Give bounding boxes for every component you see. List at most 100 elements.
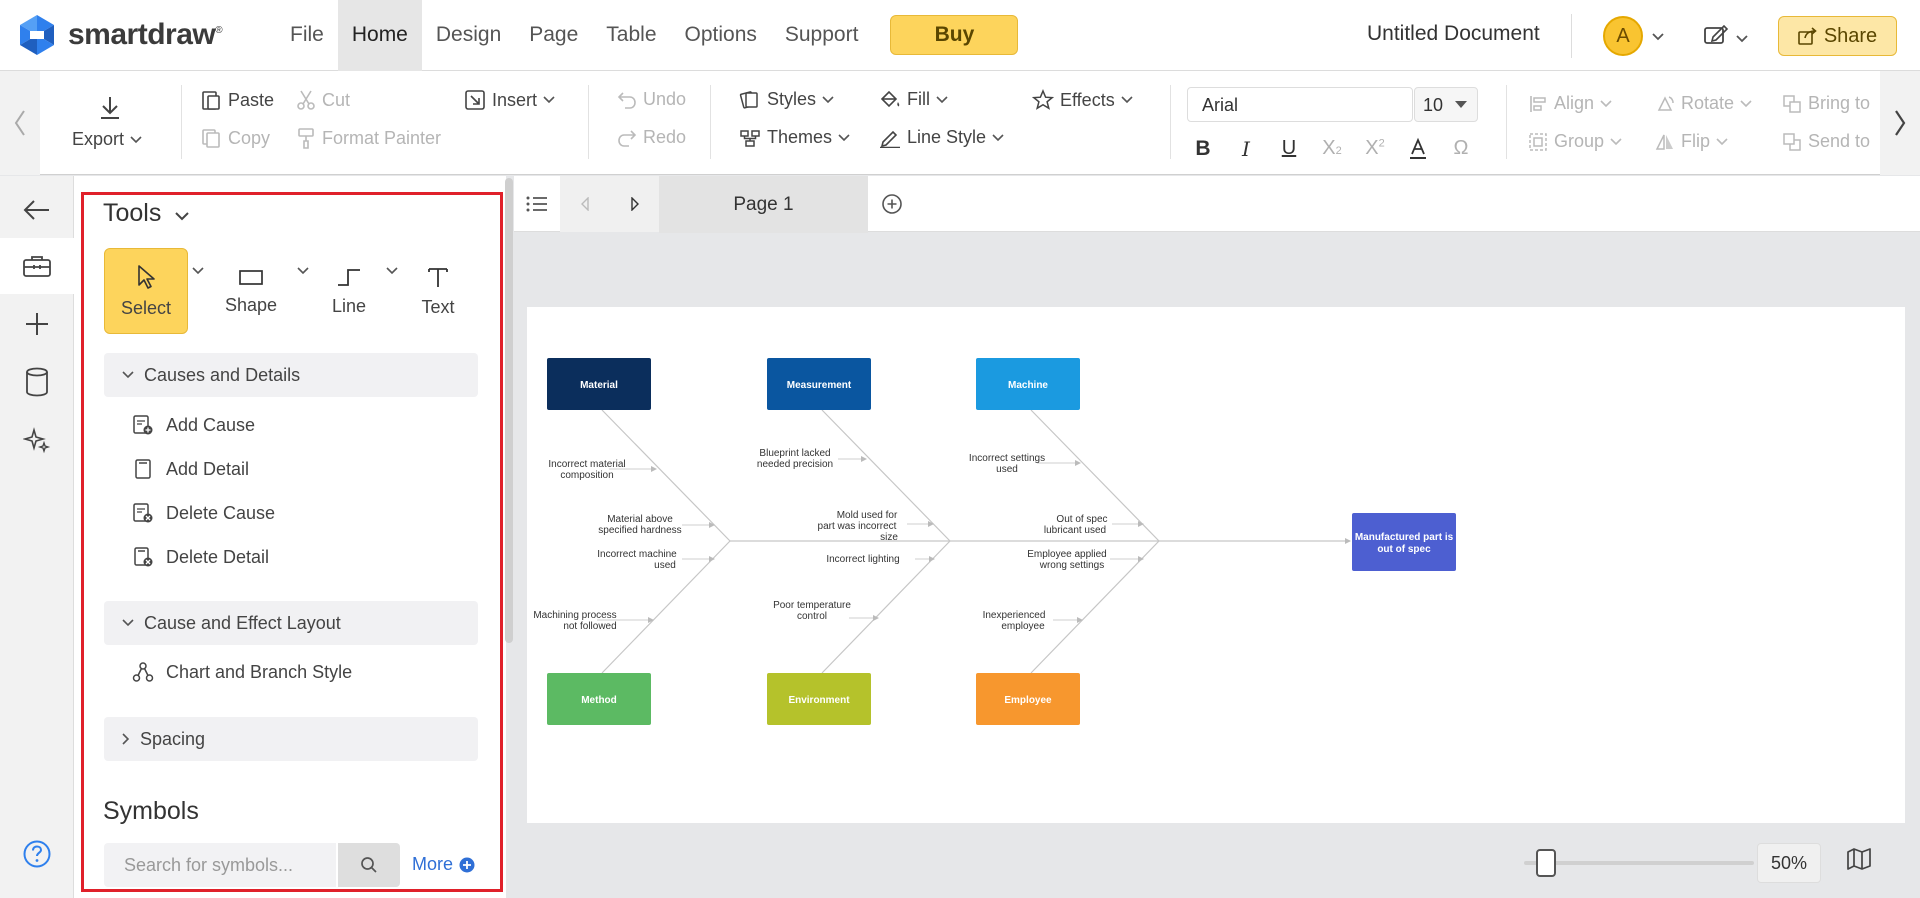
menu-home[interactable]: Home xyxy=(337,0,422,71)
caret-left-icon xyxy=(581,197,589,211)
ai-button[interactable] xyxy=(0,412,74,468)
share-button[interactable]: Share xyxy=(1778,16,1897,56)
insert-button[interactable]: Insert xyxy=(464,89,555,111)
group-button[interactable]: Group xyxy=(1528,131,1622,152)
chevron-down-icon xyxy=(1716,137,1728,145)
shape-tool[interactable]: Shape xyxy=(213,248,289,334)
send-to-button[interactable]: Send to xyxy=(1782,131,1870,152)
canvas-page[interactable]: Material Measurement Machine Method Envi… xyxy=(527,307,1905,823)
menu-page[interactable]: Page xyxy=(515,0,592,71)
line-style-button[interactable]: Line Style xyxy=(879,127,1004,148)
menu-options[interactable]: Options xyxy=(671,0,771,71)
page-list-button[interactable] xyxy=(514,176,560,232)
add-cause-item[interactable]: Add Cause xyxy=(132,414,255,436)
avatar[interactable]: A xyxy=(1603,16,1643,56)
chart-and-branch-style-item[interactable]: Chart and Branch Style xyxy=(132,661,352,683)
symbol-search-input[interactable]: Search for symbols... xyxy=(104,843,336,887)
copy-icon xyxy=(202,129,220,148)
select-chevron-down-icon[interactable] xyxy=(191,266,205,275)
add-page-button[interactable] xyxy=(869,176,915,232)
omega-symbol-icon[interactable]: Ω xyxy=(1448,137,1474,160)
buy-button[interactable]: Buy xyxy=(890,15,1019,55)
paste-button[interactable]: Paste xyxy=(200,89,274,111)
arrow-left-icon xyxy=(23,200,49,220)
avatar-chevron-down-icon[interactable] xyxy=(1651,32,1665,42)
logo[interactable]: smartdraw® xyxy=(16,13,266,57)
bring-to-button[interactable]: Bring to xyxy=(1782,93,1870,114)
themes-button[interactable]: Themes xyxy=(739,127,850,148)
causes-and-details-section[interactable]: Causes and Details xyxy=(104,353,478,397)
causes-section-label: Causes and Details xyxy=(144,364,301,385)
add-button[interactable] xyxy=(0,296,74,352)
font-family-select[interactable]: Arial xyxy=(1187,87,1413,122)
spacing-section[interactable]: Spacing xyxy=(104,717,478,761)
previous-page-button[interactable] xyxy=(560,176,610,232)
underline-icon[interactable]: U xyxy=(1276,137,1302,160)
share-icon xyxy=(1798,27,1817,45)
align-button[interactable]: Align xyxy=(1528,93,1612,114)
flip-button[interactable]: Flip xyxy=(1655,131,1728,152)
toolbox-button[interactable] xyxy=(0,238,74,294)
tools-title[interactable]: Tools xyxy=(103,199,190,228)
line-tool[interactable]: Line xyxy=(318,248,380,334)
edit-mode-icon[interactable] xyxy=(1703,24,1729,46)
next-page-button[interactable] xyxy=(610,176,659,232)
font-size-select[interactable]: 10 xyxy=(1414,87,1478,122)
subscript-icon[interactable]: X2 xyxy=(1319,137,1345,160)
rotate-button[interactable]: Rotate xyxy=(1655,93,1752,114)
ribbon-scroll-right[interactable] xyxy=(1880,71,1920,175)
chevron-down-icon xyxy=(175,212,190,221)
copy-button[interactable]: Copy xyxy=(200,127,270,149)
italic-icon[interactable]: I xyxy=(1233,137,1259,161)
superscript-icon[interactable]: X2 xyxy=(1362,137,1388,160)
styles-button[interactable]: Styles xyxy=(739,89,834,110)
download-icon[interactable] xyxy=(98,95,122,121)
font-color-icon[interactable] xyxy=(1405,137,1431,167)
undo-button[interactable]: Undo xyxy=(617,89,686,110)
export-button[interactable]: Export xyxy=(72,129,142,150)
styles-icon xyxy=(739,90,758,109)
header-divider xyxy=(1571,14,1572,58)
panel-scrollbar[interactable] xyxy=(505,178,513,643)
line-chevron-down-icon[interactable] xyxy=(385,266,399,275)
effects-button[interactable]: Effects xyxy=(1032,89,1133,111)
cut-button[interactable]: Cut xyxy=(296,89,350,111)
bold-icon[interactable]: B xyxy=(1190,137,1216,161)
ribbon-scroll-left[interactable] xyxy=(0,71,40,175)
symbols-title: Symbols xyxy=(103,797,199,825)
symbol-search-button[interactable] xyxy=(338,843,400,887)
share-label: Share xyxy=(1823,24,1878,47)
cause-text: Poor temperature xyxy=(773,600,851,611)
select-tool[interactable]: Select xyxy=(104,248,188,334)
menu-support[interactable]: Support xyxy=(771,0,873,71)
delete-detail-icon xyxy=(134,547,153,567)
insert-icon xyxy=(465,90,485,110)
map-icon[interactable] xyxy=(1846,847,1872,871)
zoom-slider-track[interactable] xyxy=(1524,861,1754,865)
text-tool[interactable]: Text xyxy=(408,248,468,334)
send-to-back-icon xyxy=(1783,132,1801,151)
edit-mode-chevron-down-icon[interactable] xyxy=(1735,34,1749,44)
fill-button[interactable]: Fill xyxy=(879,89,948,110)
data-button[interactable] xyxy=(0,354,74,410)
menu-file[interactable]: File xyxy=(276,0,338,71)
zoom-slider-handle[interactable] xyxy=(1536,849,1556,877)
format-painter-button[interactable]: Format Painter xyxy=(296,127,441,149)
zoom-level[interactable]: 50% xyxy=(1757,843,1821,883)
shape-chevron-down-icon[interactable] xyxy=(296,266,310,275)
menu-table[interactable]: Table xyxy=(592,0,670,71)
back-button[interactable] xyxy=(0,182,74,238)
chevron-down-icon xyxy=(1740,99,1752,107)
document-title[interactable]: Untitled Document xyxy=(1367,22,1540,46)
cursor-icon xyxy=(138,264,155,289)
delete-detail-item[interactable]: Delete Detail xyxy=(132,546,269,568)
cause-and-effect-layout-section[interactable]: Cause and Effect Layout xyxy=(104,601,478,645)
more-symbols-link[interactable]: More xyxy=(412,854,475,875)
tab-page-1[interactable]: Page 1 xyxy=(659,176,868,233)
delete-cause-item[interactable]: Delete Cause xyxy=(132,502,275,524)
chevron-down-icon xyxy=(992,133,1004,141)
add-detail-item[interactable]: Add Detail xyxy=(132,458,249,480)
menu-design[interactable]: Design xyxy=(422,0,515,71)
help-button[interactable] xyxy=(0,826,74,882)
redo-button[interactable]: Redo xyxy=(617,127,686,148)
